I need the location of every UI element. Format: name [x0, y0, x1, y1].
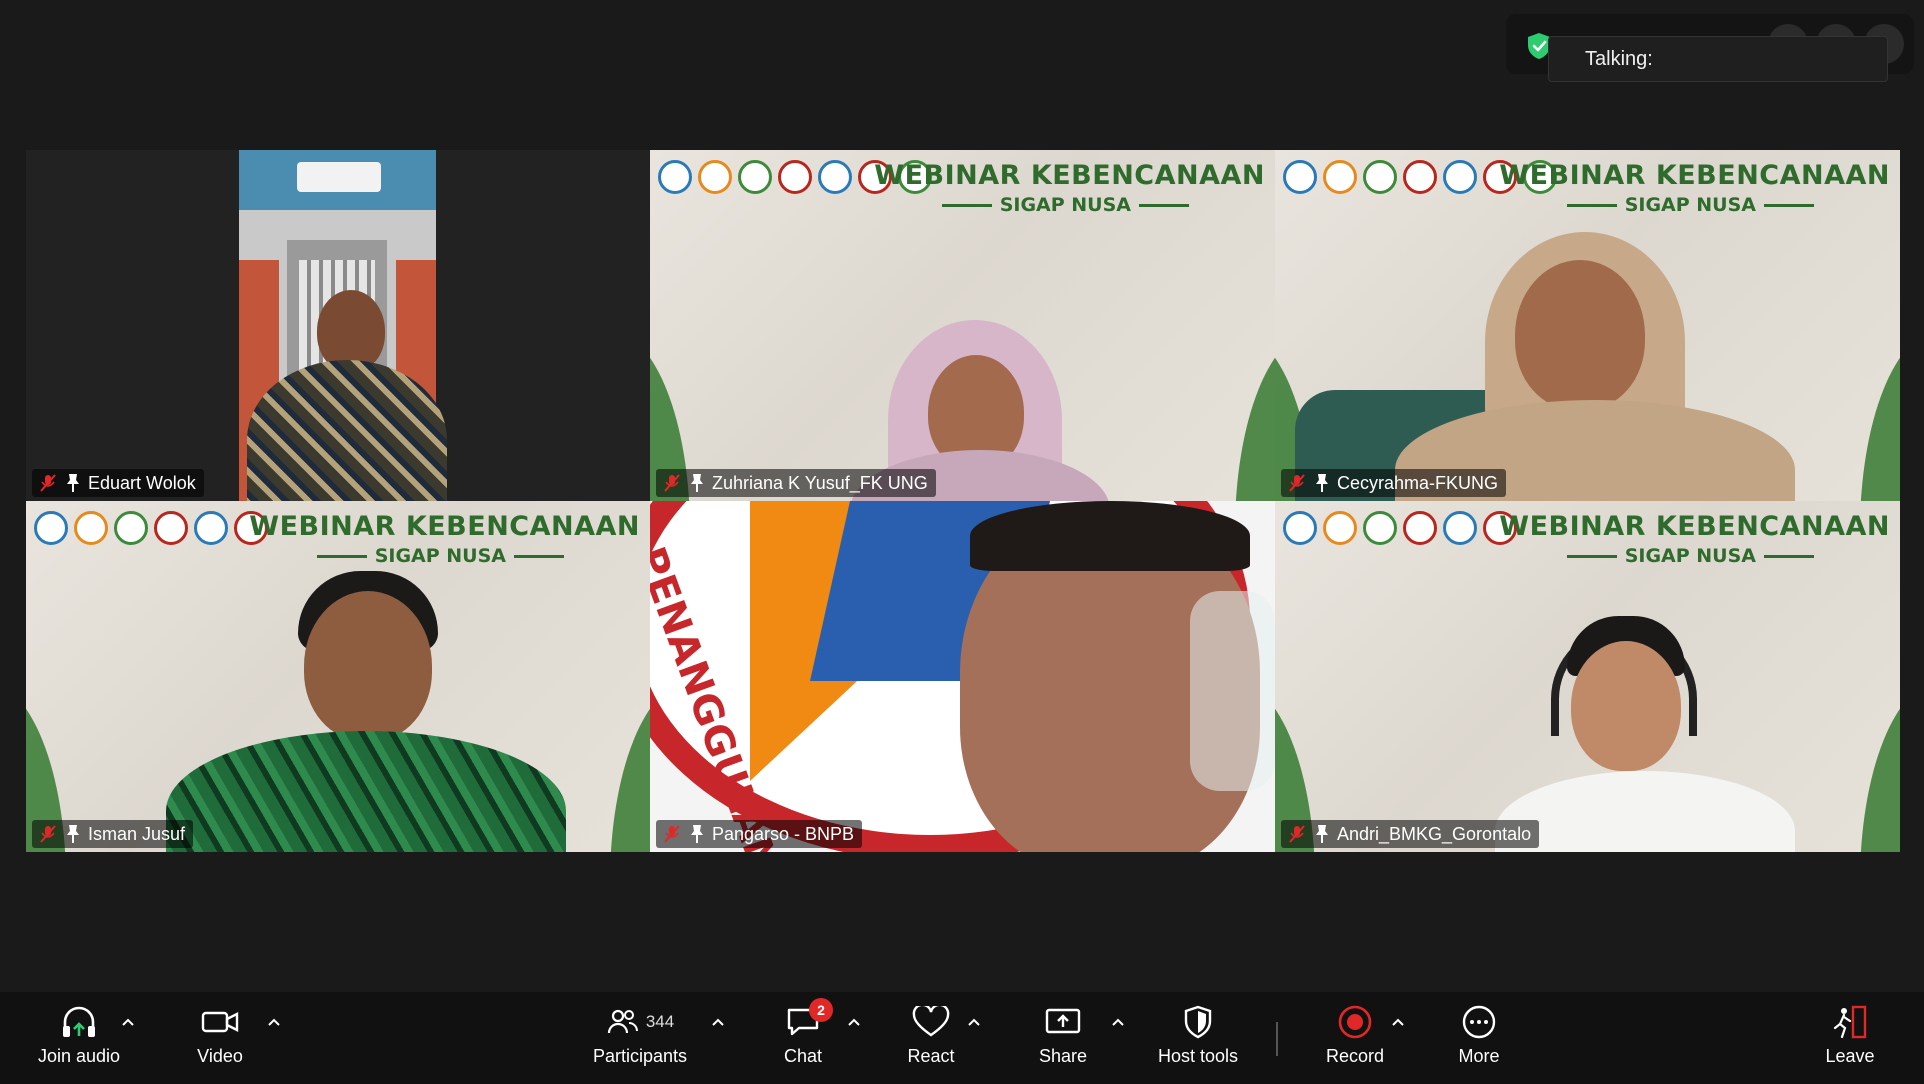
chevron-up-icon[interactable]: [118, 1014, 138, 1030]
more-icon: [1457, 1002, 1501, 1042]
chevron-up-icon[interactable]: [844, 1014, 864, 1030]
webinar-title: WEBINAR KEBENCANAAN: [1499, 160, 1890, 191]
chevron-up-icon[interactable]: [264, 1014, 284, 1030]
video-camera-icon: [198, 1002, 242, 1042]
video-tile[interactable]: WEBINAR KEBENCANAAN SIGAP NUSA Andri_BMK…: [1275, 501, 1900, 852]
participant-name-tag: Cecyrahma-FKUNG: [1281, 469, 1507, 497]
chevron-up-icon[interactable]: [1388, 1014, 1408, 1030]
mic-muted-icon: [38, 473, 58, 493]
pin-icon: [64, 824, 82, 844]
video-tile[interactable]: WEBINAR KEBENCANAAN SIGAP NUSA Isman Jus…: [26, 501, 650, 852]
participant-name: Eduart Wolok: [88, 472, 196, 493]
pin-icon: [688, 473, 706, 493]
chevron-up-icon[interactable]: [1108, 1014, 1128, 1030]
webinar-subtitle: SIGAP NUSA: [1559, 545, 1822, 567]
shield-icon: [1176, 1002, 1220, 1042]
webinar-title: WEBINAR KEBENCANAAN: [249, 511, 640, 542]
headphones-icon: [57, 1002, 101, 1042]
participant-name: Andri_BMKG_Gorontalo: [1337, 823, 1532, 844]
share-screen-icon: [1041, 1002, 1085, 1042]
chevron-up-icon[interactable]: [708, 1014, 728, 1030]
chat-unread-badge: 2: [809, 998, 833, 1022]
video-button[interactable]: Video: [180, 1002, 260, 1076]
participant-name-tag: Isman Jusuf: [32, 820, 194, 848]
host-tools-button[interactable]: Host tools: [1148, 1002, 1248, 1076]
participants-icon: 344: [595, 1002, 685, 1042]
participant-name-tag: Eduart Wolok: [32, 469, 204, 497]
participant-name-tag: Zuhriana K Yusuf_FK UNG: [656, 469, 936, 497]
participant-name: Pangarso - BNPB: [712, 823, 855, 844]
sponsor-logos: [34, 511, 268, 545]
mic-muted-icon: [662, 473, 682, 493]
toolbar-divider: [1276, 1022, 1278, 1056]
meeting-toolbar: Join audio Video 344 Participants 2 Chat: [0, 992, 1924, 1084]
meeting-window: Talking: Eduart Wolok WEBINAR KEBENCANAA…: [0, 0, 1924, 1084]
talking-indicator: Talking:: [1548, 36, 1888, 82]
join-audio-button[interactable]: Join audio: [32, 1002, 126, 1076]
mic-muted-icon: [662, 824, 682, 844]
share-button[interactable]: Share: [1032, 1002, 1094, 1076]
mic-muted-icon: [1287, 824, 1307, 844]
webinar-subtitle: SIGAP NUSA: [1559, 194, 1822, 216]
heart-icon: [909, 1002, 953, 1042]
participants-count: 344: [645, 1012, 675, 1031]
mic-muted-icon: [1287, 473, 1307, 493]
pin-icon: [688, 824, 706, 844]
leave-button[interactable]: Leave: [1822, 1002, 1878, 1076]
participant-name-tag: Pangarso - BNPB: [656, 820, 863, 848]
record-icon: [1333, 1002, 1377, 1042]
chat-icon: 2: [781, 998, 833, 1042]
webinar-subtitle: SIGAP NUSA: [934, 194, 1197, 216]
video-tile[interactable]: WEBINAR KEBENCANAAN SIGAP NUSA Zuhriana …: [650, 150, 1275, 501]
pin-icon: [64, 473, 82, 493]
webinar-title: WEBINAR KEBENCANAAN: [1499, 511, 1890, 542]
pin-icon: [1313, 473, 1331, 493]
participant-name: Zuhriana K Yusuf_FK UNG: [712, 472, 928, 493]
mic-muted-icon: [38, 824, 58, 844]
participant-name: Isman Jusuf: [88, 823, 186, 844]
participant-name: Cecyrahma-FKUNG: [1337, 472, 1499, 493]
video-tile[interactable]: WEBINAR KEBENCANAAN SIGAP NUSA Cecyrahma…: [1275, 150, 1900, 501]
participant-name-tag: Andri_BMKG_Gorontalo: [1281, 820, 1540, 848]
video-gallery: Eduart Wolok WEBINAR KEBENCANAAN SIGAP N…: [26, 150, 1900, 852]
video-tile[interactable]: PENANGGULANG Pangarso - BNPB: [650, 501, 1275, 852]
sponsor-logos: [1283, 511, 1517, 545]
more-button[interactable]: More: [1452, 1002, 1506, 1076]
chat-button[interactable]: 2 Chat: [772, 998, 834, 1076]
record-button[interactable]: Record: [1322, 1002, 1388, 1076]
participant-video: [239, 150, 447, 501]
webinar-title: WEBINAR KEBENCANAAN: [874, 160, 1265, 191]
participants-button[interactable]: 344 Participants: [580, 1002, 700, 1076]
video-tile[interactable]: Eduart Wolok: [26, 150, 650, 501]
university-logos: [297, 162, 381, 192]
webinar-subtitle: SIGAP NUSA: [309, 545, 572, 567]
exit-icon: [1828, 1002, 1872, 1042]
chevron-up-icon[interactable]: [964, 1014, 984, 1030]
react-button[interactable]: React: [900, 1002, 962, 1076]
pin-icon: [1313, 824, 1331, 844]
